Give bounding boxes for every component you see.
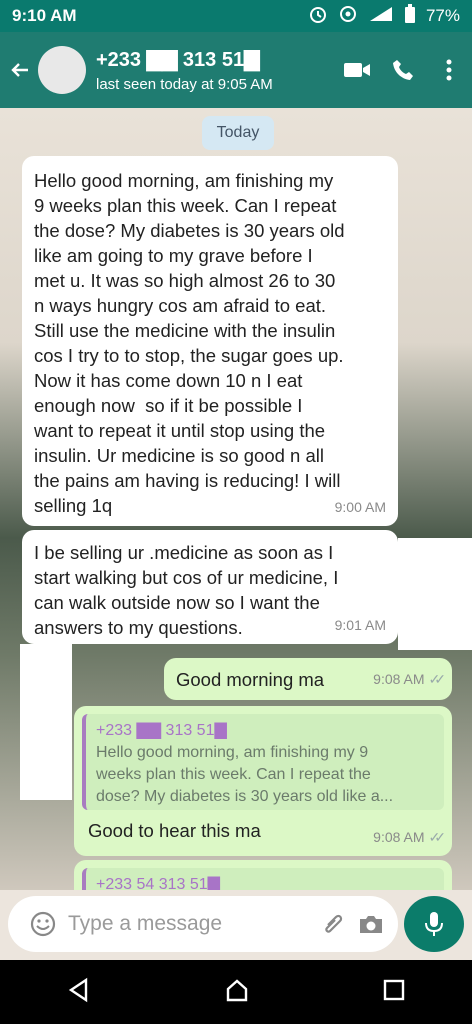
hotspot-icon <box>338 4 358 29</box>
message-text: I be selling ur .medicine as soon as I s… <box>34 542 339 638</box>
overlay-block <box>398 538 472 650</box>
message-text: Good to hear this ma <box>88 820 261 841</box>
date-chip: Today <box>202 116 274 150</box>
status-time: 9:10 AM <box>12 6 77 25</box>
arrow-left-icon <box>11 63 28 77</box>
camera-icon[interactable] <box>356 909 386 939</box>
more-options-button[interactable] <box>426 32 472 108</box>
voice-record-button[interactable] <box>404 896 464 952</box>
message-incoming[interactable]: Hello good morning, am finishing my 9 we… <box>22 156 398 526</box>
video-call-button[interactable] <box>334 32 380 108</box>
alarm-icon <box>308 4 328 29</box>
status-bar: 9:10 AM 77% <box>0 0 472 32</box>
android-nav-bar <box>0 960 472 1024</box>
message-incoming[interactable]: I be selling ur .medicine as soon as I s… <box>22 530 398 644</box>
back-button[interactable] <box>0 32 40 108</box>
quoted-message[interactable]: +233 ▇▇ 313 51▇ Hello good morning, am f… <box>82 714 444 810</box>
message-outgoing[interactable]: Good morning ma 9:08 AM ✓✓ <box>164 658 452 700</box>
message-outgoing[interactable]: +233 ▇▇ 313 51▇ Hello good morning, am f… <box>74 706 452 856</box>
nav-recents-button[interactable] <box>382 978 406 1007</box>
contact-name: +233 ▇▇ 313 51▇ <box>96 49 260 71</box>
message-input[interactable]: Type a message <box>8 896 398 952</box>
message-list[interactable]: Today Hello good morning, am finishing m… <box>0 108 472 890</box>
microphone-icon <box>425 912 443 936</box>
quoted-sender: +233 54 313 51▇ <box>96 876 220 890</box>
square-recents-icon <box>383 979 405 1000</box>
quoted-message[interactable]: +233 54 313 51▇ <box>82 868 444 890</box>
contact-info[interactable]: +233 ▇▇ 313 51▇ last seen today at 9:05 … <box>96 47 334 93</box>
message-time-label: 9:00 AM <box>334 499 386 515</box>
message-text: Good morning ma <box>176 669 325 690</box>
message-time: 9:01 AM <box>335 613 386 638</box>
message-outgoing[interactable]: +233 54 313 51▇ <box>74 860 452 890</box>
message-time: 9:00 AM <box>335 495 386 520</box>
composer: Type a message <box>0 890 472 960</box>
attach-icon[interactable] <box>318 909 348 939</box>
overlay-block <box>20 644 72 800</box>
double-check-icon: ✓✓ <box>428 671 447 687</box>
signal-icon <box>368 5 394 28</box>
kebab-menu-icon <box>446 59 452 81</box>
message-time: 9:08 AM ✓✓ <box>373 825 447 850</box>
message-time-label: 9:08 AM <box>373 671 425 687</box>
video-camera-icon <box>344 63 370 77</box>
message-time-label: 9:08 AM <box>373 829 425 845</box>
message-text: Hello good morning, am finishing my 9 we… <box>34 170 345 516</box>
home-icon <box>226 978 248 1001</box>
battery-icon <box>404 3 416 29</box>
chat-header: +233 ▇▇ 313 51▇ last seen today at 9:05 … <box>0 32 472 108</box>
phone-icon <box>393 60 413 80</box>
battery-percent: 77% <box>425 6 460 25</box>
triangle-back-icon <box>68 977 88 1002</box>
message-placeholder: Type a message <box>68 912 223 935</box>
avatar[interactable] <box>38 46 86 94</box>
quoted-sender: +233 ▇▇ 313 51▇ <box>96 722 227 739</box>
last-seen: last seen today at 9:05 AM <box>96 76 273 93</box>
message-time-label: 9:01 AM <box>334 617 386 633</box>
message-time: 9:08 AM ✓✓ <box>373 667 447 692</box>
nav-home-button[interactable] <box>224 977 250 1008</box>
nav-back-button[interactable] <box>66 977 92 1008</box>
emoji-icon[interactable] <box>28 909 58 939</box>
quoted-text: Hello good morning, am finishing my 9 we… <box>96 744 394 805</box>
double-check-icon: ✓✓ <box>428 829 447 845</box>
voice-call-button[interactable] <box>380 32 426 108</box>
